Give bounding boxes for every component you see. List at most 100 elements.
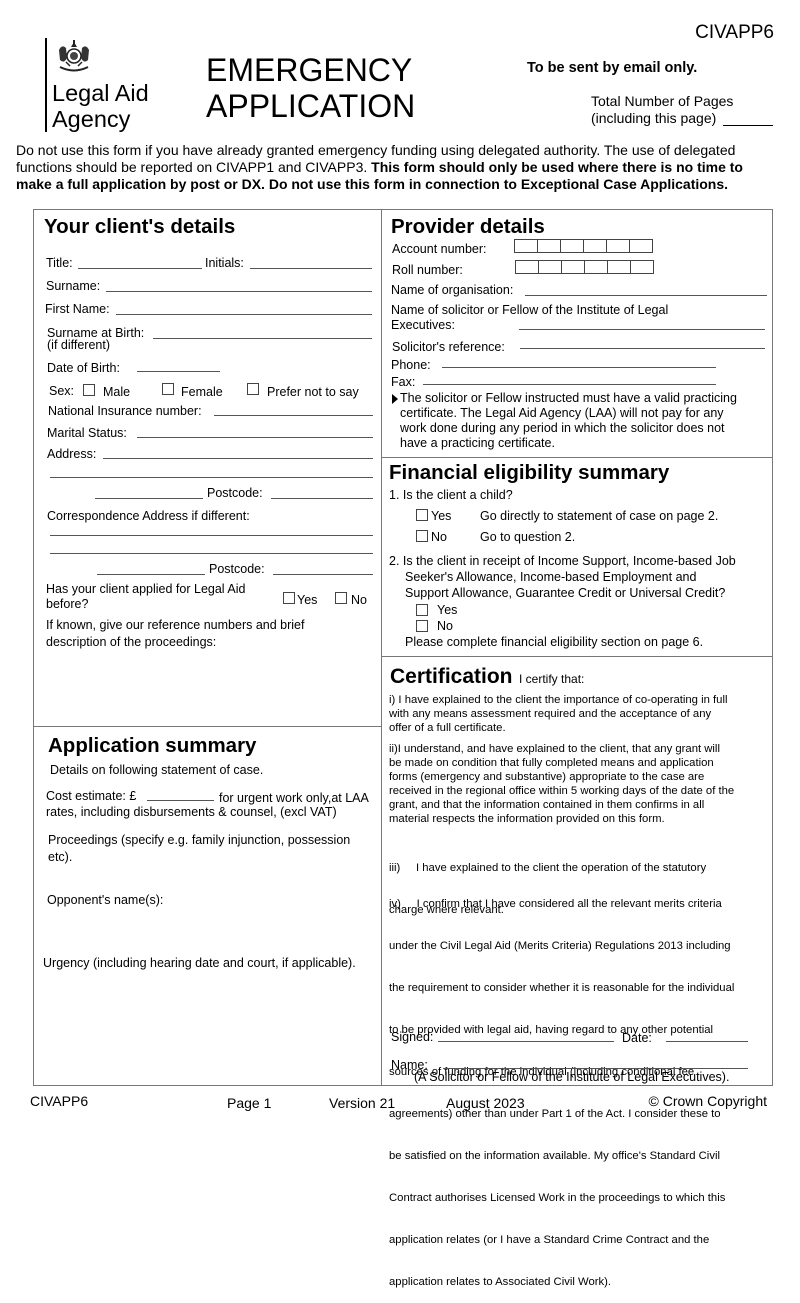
initials-label: Initials: — [205, 256, 244, 270]
reference-label-line2: description of the proceedings: — [46, 635, 217, 649]
title-input[interactable] — [78, 268, 202, 269]
first-name-input[interactable] — [116, 314, 372, 315]
account-number-box[interactable] — [537, 239, 561, 253]
email-notice: To be sent by email only. — [527, 60, 698, 76]
signature-input[interactable] — [438, 1041, 614, 1042]
reference-label-line1: If known, give our reference numbers and… — [46, 618, 305, 632]
surname-input[interactable] — [106, 291, 372, 292]
royal-coat-of-arms-icon — [54, 38, 94, 76]
initials-input[interactable] — [250, 268, 372, 269]
applied-before-no-checkbox[interactable] — [335, 592, 347, 604]
cost-estimate-input[interactable] — [147, 800, 214, 801]
roll-number-box[interactable] — [538, 260, 562, 274]
organisation-input[interactable] — [525, 295, 767, 296]
logo-text-line1: Legal Aid — [52, 80, 149, 106]
corr-address-input-line3[interactable] — [97, 574, 205, 575]
clause-line: grant, and that the information containe… — [389, 799, 705, 811]
sex-male-label: Male — [103, 385, 131, 399]
q2-no-label: No — [437, 619, 453, 633]
ni-input[interactable] — [214, 415, 373, 416]
practicing-note-line: The solicitor or Fellow instructed must … — [400, 391, 737, 405]
account-number-box[interactable] — [629, 239, 653, 253]
total-pages-label-line2: (including this page) — [591, 110, 717, 126]
clause-line: to be provided with legal aid, having re… — [389, 1024, 714, 1036]
dob-input[interactable] — [137, 371, 220, 372]
page-title-line2: APPLICATION — [206, 88, 416, 124]
phone-label: Phone: — [391, 358, 431, 372]
address-input-line3[interactable] — [95, 498, 203, 499]
sex-female-checkbox[interactable] — [162, 383, 174, 395]
client-details-heading: Your client's details — [44, 215, 236, 238]
solicitor-name-label-line2: Executives: — [391, 318, 455, 332]
q1-yes-checkbox[interactable] — [416, 509, 428, 521]
solicitor-reference-input[interactable] — [520, 348, 765, 349]
address-input-line1[interactable] — [103, 458, 373, 459]
account-number-boxes[interactable] — [514, 239, 653, 253]
divider-client-summary — [33, 726, 381, 727]
phone-input[interactable] — [442, 367, 716, 368]
corr-address-input-line1[interactable] — [50, 535, 373, 536]
q2-yes-checkbox[interactable] — [416, 604, 428, 616]
intro-text: Do not use this form if you have already… — [16, 142, 776, 193]
q1-yes-note: Go directly to statement of case on page… — [480, 509, 719, 523]
q2-no-checkbox[interactable] — [416, 620, 428, 632]
practicing-certificate-note: The solicitor or Fellow instructed must … — [400, 391, 737, 451]
account-number-box[interactable] — [514, 239, 538, 253]
solicitor-name-label-line1: Name of solicitor or Fellow of the Insti… — [391, 303, 669, 317]
address-input-line2[interactable] — [50, 477, 373, 478]
roll-number-boxes[interactable] — [515, 260, 654, 274]
applied-before-no-label: No — [351, 593, 367, 607]
account-number-box[interactable] — [560, 239, 584, 253]
reference-input-area[interactable] — [40, 652, 375, 722]
roll-number-box[interactable] — [584, 260, 608, 274]
q1-no-label: No — [431, 530, 447, 544]
opponent-input-area[interactable] — [40, 910, 375, 954]
footer-version: Version 21 — [329, 1095, 396, 1111]
footer-copyright: © Crown Copyright — [648, 1093, 767, 1109]
total-pages-label-line1: Total Number of Pages — [591, 93, 734, 109]
roll-number-box[interactable] — [607, 260, 631, 274]
q2-yes-label: Yes — [437, 603, 458, 617]
q1-no-checkbox[interactable] — [416, 530, 428, 542]
clause-line: be satisfied on the information availabl… — [389, 1150, 720, 1162]
corr-address-label: Correspondence Address if different: — [47, 509, 250, 523]
roll-number-box[interactable] — [515, 260, 539, 274]
applied-before-yes-checkbox[interactable] — [283, 592, 295, 604]
sex-prefer-not-checkbox[interactable] — [247, 383, 259, 395]
certification-clause-ii: ii)I understand, and have explained to t… — [389, 742, 774, 826]
cost-estimate-label: Cost estimate: £ — [46, 789, 137, 803]
date-input[interactable] — [666, 1041, 748, 1042]
cost-estimate-suffix: for urgent work only,at LAA — [219, 791, 369, 805]
urgency-input-area[interactable] — [40, 975, 375, 1080]
solicitor-name-input[interactable] — [519, 329, 765, 330]
account-number-box[interactable] — [583, 239, 607, 253]
clause-line: the requirement to consider whether it i… — [389, 982, 735, 994]
q1-label: 1. Is the client a child? — [389, 488, 513, 502]
practicing-note-line: certificate. The Legal Aid Agency (LAA) … — [400, 406, 724, 420]
proceedings-input-area[interactable] — [40, 866, 375, 890]
dob-label: Date of Birth: — [47, 361, 120, 375]
footer-date: August 2023 — [446, 1095, 525, 1111]
corr-address-input-line2[interactable] — [50, 553, 373, 554]
name-input[interactable] — [443, 1068, 748, 1069]
total-pages-input[interactable] — [723, 125, 773, 126]
q2-note: Please complete financial eligibility se… — [405, 635, 704, 649]
title-label: Title: — [46, 256, 73, 270]
clause-line: forms (emergency and substantive) approp… — [389, 771, 705, 783]
surname-birth-input[interactable] — [153, 338, 372, 339]
marital-input[interactable] — [137, 437, 373, 438]
corr-postcode-input[interactable] — [273, 574, 373, 575]
divider-provider-financial — [381, 457, 773, 458]
first-name-label: First Name: — [45, 302, 110, 316]
financial-eligibility-heading: Financial eligibility summary — [389, 461, 670, 484]
roll-number-box[interactable] — [561, 260, 585, 274]
clause-line: application relates (or I have a Standar… — [389, 1234, 710, 1246]
sex-male-checkbox[interactable] — [83, 384, 95, 396]
postcode-input[interactable] — [271, 498, 373, 499]
signed-label: Signed: — [391, 1030, 434, 1044]
account-number-box[interactable] — [606, 239, 630, 253]
surname-birth-note: (if different) — [47, 338, 110, 352]
fax-input[interactable] — [423, 384, 716, 385]
roll-number-box[interactable] — [630, 260, 654, 274]
clause-line: under the Civil Legal Aid (Merits Criter… — [389, 940, 731, 952]
